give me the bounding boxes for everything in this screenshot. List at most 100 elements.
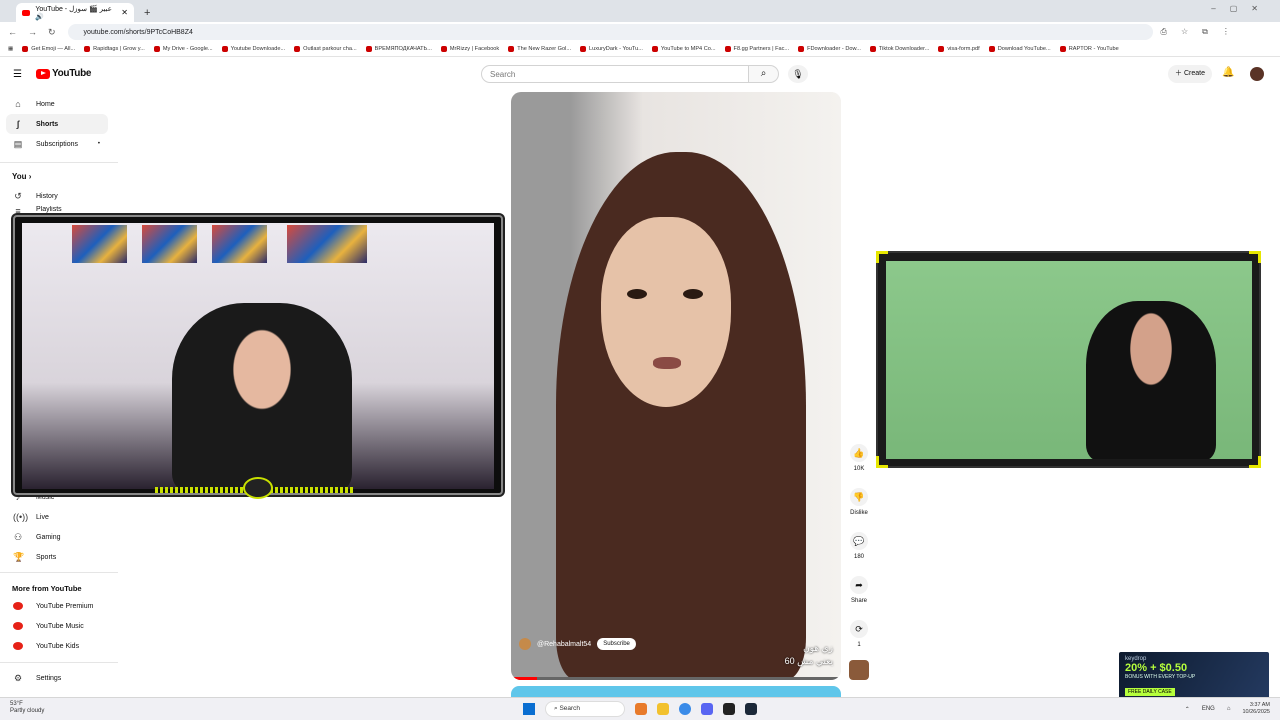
bookmark-label: My Drive - Google... <box>162 46 213 52</box>
close-tab-icon[interactable]: ✕ <box>121 8 128 17</box>
avatar[interactable] <box>1250 67 1264 81</box>
bookmark-label: ВРЕМЯПОДКАЧАТЬ... <box>374 46 432 52</box>
bookmark-item[interactable]: RAPTOR - YouTube <box>1059 46 1119 52</box>
sidebar-item-label: YouTube Kids <box>36 642 80 650</box>
voice-search-icon[interactable]: 🎙 <box>788 65 808 83</box>
sidebar-item-subscriptions[interactable]: ▤ Subscriptions • <box>6 134 108 154</box>
search-button[interactable]: ⌕ <box>749 65 779 83</box>
weather-condition: Partly cloudy <box>10 708 45 714</box>
sidebar-item-shorts[interactable]: ʃ Shorts <box>6 114 108 134</box>
bookmark-favicon-icon <box>365 46 372 52</box>
subscribe-button[interactable]: Subscribe <box>597 638 636 650</box>
app-icon[interactable] <box>635 703 647 715</box>
window-controls[interactable]: –▢✕ <box>1211 4 1272 13</box>
sidebar-item-sports[interactable]: 🏆 Sports <box>6 547 108 567</box>
bookmark-item[interactable]: LuxuryDark - YouTu... <box>580 46 643 52</box>
discord-icon[interactable] <box>701 703 713 715</box>
new-content-dot: • <box>97 141 100 147</box>
ad-cta: FREE DAILY CASE <box>1125 688 1175 696</box>
weather-widget[interactable]: 53°F Partly cloudy <box>10 701 44 715</box>
channel-avatar[interactable] <box>519 638 531 650</box>
bookmark-item[interactable]: YouTube to MP4 Co... <box>651 46 716 52</box>
bookmark-item[interactable]: Outlast parkour cha... <box>294 46 357 52</box>
sidebar-you-heading[interactable]: You › <box>12 172 31 181</box>
network-icon[interactable]: ⌂ <box>1227 706 1231 712</box>
bookmark-item[interactable]: My Drive - Google... <box>153 46 213 52</box>
new-tab-icon[interactable]: + <box>144 7 150 19</box>
ad-subtext: BONUS WITH EVERY TOP-UP <box>1125 674 1196 680</box>
create-button[interactable]: ＋ Create <box>1168 65 1212 83</box>
youtube-premium-icon <box>13 602 23 610</box>
hamburger-menu-icon[interactable]: ☰ <box>13 69 22 80</box>
extensions-icon[interactable]: ⧉ <box>1202 27 1208 37</box>
menu-dots-icon[interactable]: ⋮ <box>1222 27 1230 37</box>
bookmark-favicon-icon <box>724 46 731 52</box>
app-icon[interactable] <box>723 703 735 715</box>
bookmark-favicon-icon <box>869 46 876 52</box>
search-input[interactable]: Search <box>481 65 749 83</box>
share-button[interactable]: ➦ Share <box>845 576 873 604</box>
youtube-logo[interactable]: YouTube <box>36 68 92 79</box>
bookmark-item[interactable]: Get Emoji — All... <box>22 46 75 52</box>
forward-icon[interactable]: → <box>28 27 37 38</box>
file-explorer-icon[interactable] <box>657 703 669 715</box>
steam-icon[interactable] <box>745 703 757 715</box>
browser-tab-active[interactable]: YouTube - عبير 🎬 سوزل 🔊 ✕ <box>16 3 134 22</box>
bookmark-favicon-icon <box>1059 46 1066 52</box>
bookmark-item[interactable]: ВРЕМЯПОДКАЧАТЬ... <box>365 46 432 52</box>
bookmark-item[interactable]: Youtube Downloade... <box>221 46 285 52</box>
like-button[interactable]: 👍 10K <box>845 444 873 472</box>
bookmark-favicon-icon <box>440 46 447 52</box>
bookmark-label: MrRizzy | Facebook <box>449 46 500 52</box>
clock[interactable]: 3:37 AM 10/26/2025 <box>1242 702 1270 716</box>
language-indicator[interactable]: ENG <box>1202 706 1215 712</box>
bookmark-item[interactable]: Rapidtags | Grow y... <box>84 46 145 52</box>
bookmark-item[interactable]: F8.gg Partners | Fac... <box>724 46 789 52</box>
dislike-button[interactable]: 👎 Dislike <box>845 488 873 516</box>
sidebar-item-settings[interactable]: ⚙ Settings <box>6 668 108 688</box>
bookmark-item[interactable]: Tiktok Downloader... <box>869 46 929 52</box>
frame-corner <box>876 251 888 263</box>
system-tray: ⌃ ENG ⌂ 3:37 AM 10/26/2025 <box>1185 702 1270 716</box>
reload-icon[interactable]: ↻ <box>48 27 56 38</box>
bookmark-item[interactable]: FDownloader - Dow... <box>798 46 861 52</box>
sidebar-item-gaming[interactable]: ⚇ Gaming <box>6 527 108 547</box>
thumbs-up-icon: 👍 <box>850 444 868 462</box>
apps-grid-icon[interactable]: ▦ <box>8 46 13 52</box>
install-icon[interactable]: ⎙ <box>1161 27 1167 37</box>
windows-start-icon[interactable] <box>523 703 535 715</box>
bookmark-label: Outlast parkour cha... <box>303 46 357 52</box>
mouth <box>653 357 681 369</box>
bookmark-item[interactable]: The New Razer Gol... <box>508 46 571 52</box>
sidebar-item-kids[interactable]: YouTube Kids <box>6 636 108 656</box>
back-icon[interactable]: ← <box>8 27 17 38</box>
sidebar-item-home[interactable]: ⌂ Home <box>6 94 108 114</box>
streamer-figure <box>1086 301 1216 459</box>
url-field[interactable]: youtube.com/shorts/9PTcCoHB8Z4 <box>67 24 1153 40</box>
bookmark-item[interactable]: Download YouTube... <box>988 46 1051 52</box>
keydrop-ad-overlay: keydrop 20% + $0.50 BONUS WITH EVERY TOP… <box>1119 652 1269 700</box>
sidebar-item-premium[interactable]: YouTube Premium <box>6 596 108 616</box>
bookmark-label: RAPTOR - YouTube <box>1068 46 1119 52</box>
sidebar-item-history[interactable]: ↺ History <box>6 186 108 206</box>
comments-button[interactable]: 💬 180 <box>845 532 873 560</box>
video-progress-bar[interactable] <box>511 677 841 680</box>
caption-line: زي هون <box>803 643 833 653</box>
sound-thumbnail[interactable] <box>849 660 869 680</box>
bookmark-item[interactable]: visa-form.pdf <box>938 46 980 52</box>
short-video-player[interactable]: @Rehabalmalt54 Subscribe زي هون يعني مش … <box>511 92 841 680</box>
bookmark-favicon-icon <box>153 46 160 52</box>
tray-chevron-icon[interactable]: ⌃ <box>1185 706 1190 713</box>
notifications-bell-icon[interactable]: 🔔 <box>1222 67 1234 78</box>
sidebar-item-yt-music[interactable]: YouTube Music <box>6 616 108 636</box>
shorts-icon: ʃ <box>16 119 20 129</box>
channel-handle[interactable]: @Rehabalmalt54 <box>537 641 591 648</box>
star-icon[interactable]: ☆ <box>1181 27 1188 37</box>
taskbar-search[interactable]: ⌕ Search <box>545 701 625 717</box>
chrome-icon[interactable] <box>679 703 691 715</box>
eye <box>683 289 703 299</box>
sidebar-item-live[interactable]: ((•)) Live <box>6 507 108 527</box>
remix-button[interactable]: ⟳ 1 <box>845 620 873 648</box>
youtube-music-icon <box>13 622 23 630</box>
bookmark-item[interactable]: MrRizzy | Facebook <box>440 46 500 52</box>
